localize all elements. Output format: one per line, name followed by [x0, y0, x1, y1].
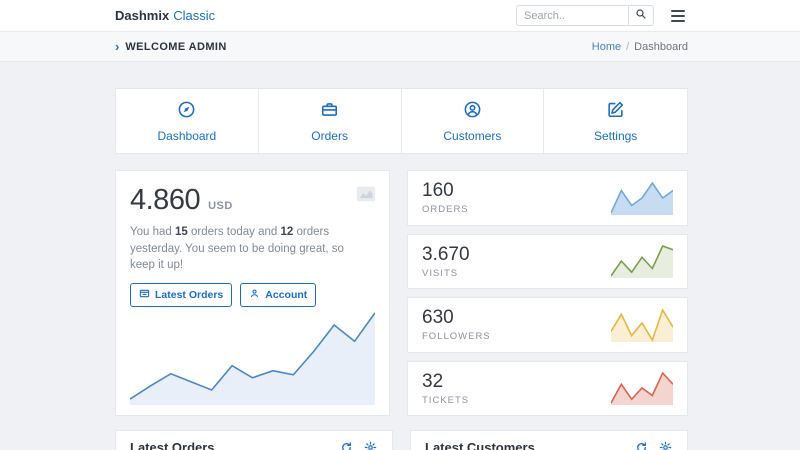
nav-card-customers[interactable]: Customers: [402, 89, 545, 153]
stat-value: 160: [422, 180, 469, 202]
stat-text: 3.670 VISITS: [422, 244, 470, 279]
summary-text-part: orders today and: [188, 226, 281, 238]
stat-card-tickets[interactable]: 32 TICKETS: [407, 361, 688, 417]
dashboard-main-row: 4.860 USD You had 15 orders today and 12…: [115, 170, 688, 416]
stat-label: TICKETS: [422, 395, 469, 406]
orders-sparkline-chart: [611, 181, 673, 215]
earnings-currency: USD: [208, 200, 233, 212]
panel-actions: [340, 441, 378, 450]
stat-label: ORDERS: [422, 204, 469, 215]
latest-customers-panel: Latest Customers: [410, 430, 688, 450]
earnings-actions: Latest Orders Account: [130, 283, 375, 307]
panel-header: Latest Orders: [116, 431, 392, 450]
chart-placeholder-icon: [355, 183, 377, 205]
nav-card-label: Settings: [594, 129, 637, 143]
orders-today-count: 15: [175, 226, 188, 238]
stat-text: 32 TICKETS: [422, 371, 469, 406]
settings-button[interactable]: [364, 441, 378, 450]
search-group: [516, 5, 654, 26]
brand-name-bold: Dashmix: [115, 8, 169, 23]
panel-actions: [635, 441, 673, 450]
stat-card-visits[interactable]: 3.670 VISITS: [407, 234, 688, 290]
top-header: Dashmix Classic: [0, 0, 800, 32]
earnings-line-chart: [130, 307, 375, 405]
main-content: Dashboard Orders Customers: [0, 62, 800, 450]
stat-text: 160 ORDERS: [422, 180, 469, 215]
search-button[interactable]: [628, 5, 654, 26]
page-title: WELCOME ADMIN: [125, 41, 226, 53]
search-icon: [635, 8, 647, 23]
earnings-amount: 4.860: [130, 184, 200, 217]
account-button[interactable]: Account: [240, 283, 316, 307]
stat-text: 630 FOLLOWERS: [422, 307, 491, 342]
hamburger-menu-button[interactable]: [668, 7, 688, 25]
nav-card-label: Customers: [443, 129, 501, 143]
breadcrumb-bar: › WELCOME ADMIN Home / Dashboard: [0, 32, 800, 62]
user-circle-icon: [463, 100, 482, 122]
earnings-summary-text: You had 15 orders today and 12 orders ye…: [130, 224, 375, 274]
breadcrumb: Home / Dashboard: [592, 41, 688, 53]
latest-orders-panel: Latest Orders: [115, 430, 393, 450]
refresh-button[interactable]: [635, 441, 649, 450]
earnings-card: 4.860 USD You had 15 orders today and 12…: [115, 170, 390, 416]
earnings-amount-row: 4.860 USD: [130, 184, 375, 217]
user-icon: [249, 288, 260, 302]
stat-label: FOLLOWERS: [422, 331, 491, 342]
stat-label: VISITS: [422, 268, 470, 279]
refresh-icon: [340, 441, 354, 450]
visits-sparkline-chart: [611, 244, 673, 278]
briefcase-icon: [320, 100, 339, 122]
panel-header: Latest Customers: [411, 431, 687, 450]
summary-text-part: You had: [130, 226, 175, 238]
breadcrumb-separator: /: [626, 41, 629, 53]
account-button-label: Account: [265, 289, 307, 301]
stat-value: 32: [422, 371, 469, 393]
stat-card-followers[interactable]: 630 FOLLOWERS: [407, 297, 688, 353]
latest-orders-button-label: Latest Orders: [155, 289, 223, 301]
panel-title: Latest Customers: [425, 440, 535, 450]
followers-sparkline-chart: [611, 308, 673, 342]
orders-yesterday-count: 12: [280, 226, 293, 238]
stat-value: 630: [422, 307, 491, 329]
bottom-panels-row: Latest Orders: [115, 430, 688, 450]
brand-name-light: Classic: [173, 8, 215, 23]
nav-card-label: Orders: [311, 129, 348, 143]
settings-button[interactable]: [659, 441, 673, 450]
breadcrumb-home-link[interactable]: Home: [592, 41, 621, 53]
orders-list-icon: [139, 288, 150, 302]
latest-orders-button[interactable]: Latest Orders: [130, 283, 232, 307]
stats-column: 160 ORDERS 3.670 VISITS 630 FOLLOWERS: [407, 170, 688, 416]
search-input[interactable]: [516, 5, 628, 26]
breadcrumb-current: Dashboard: [634, 41, 688, 53]
nav-card-dashboard[interactable]: Dashboard: [116, 89, 259, 153]
refresh-icon: [635, 441, 649, 450]
quick-nav-cards: Dashboard Orders Customers: [115, 88, 688, 154]
nav-card-orders[interactable]: Orders: [259, 89, 402, 153]
nav-card-settings[interactable]: Settings: [544, 89, 687, 153]
edit-icon: [606, 100, 625, 122]
refresh-button[interactable]: [340, 441, 354, 450]
gear-icon: [364, 441, 378, 450]
header-actions: [516, 5, 688, 26]
stat-value: 3.670: [422, 244, 470, 266]
chevron-right-icon: ›: [115, 40, 119, 53]
gear-icon: [659, 441, 673, 450]
panel-title: Latest Orders: [130, 440, 215, 450]
tickets-sparkline-chart: [611, 371, 673, 405]
brand-logo[interactable]: Dashmix Classic: [115, 8, 215, 23]
page-heading: › WELCOME ADMIN: [115, 40, 227, 53]
compass-icon: [177, 100, 196, 122]
nav-card-label: Dashboard: [158, 129, 217, 143]
stat-card-orders[interactable]: 160 ORDERS: [407, 170, 688, 226]
